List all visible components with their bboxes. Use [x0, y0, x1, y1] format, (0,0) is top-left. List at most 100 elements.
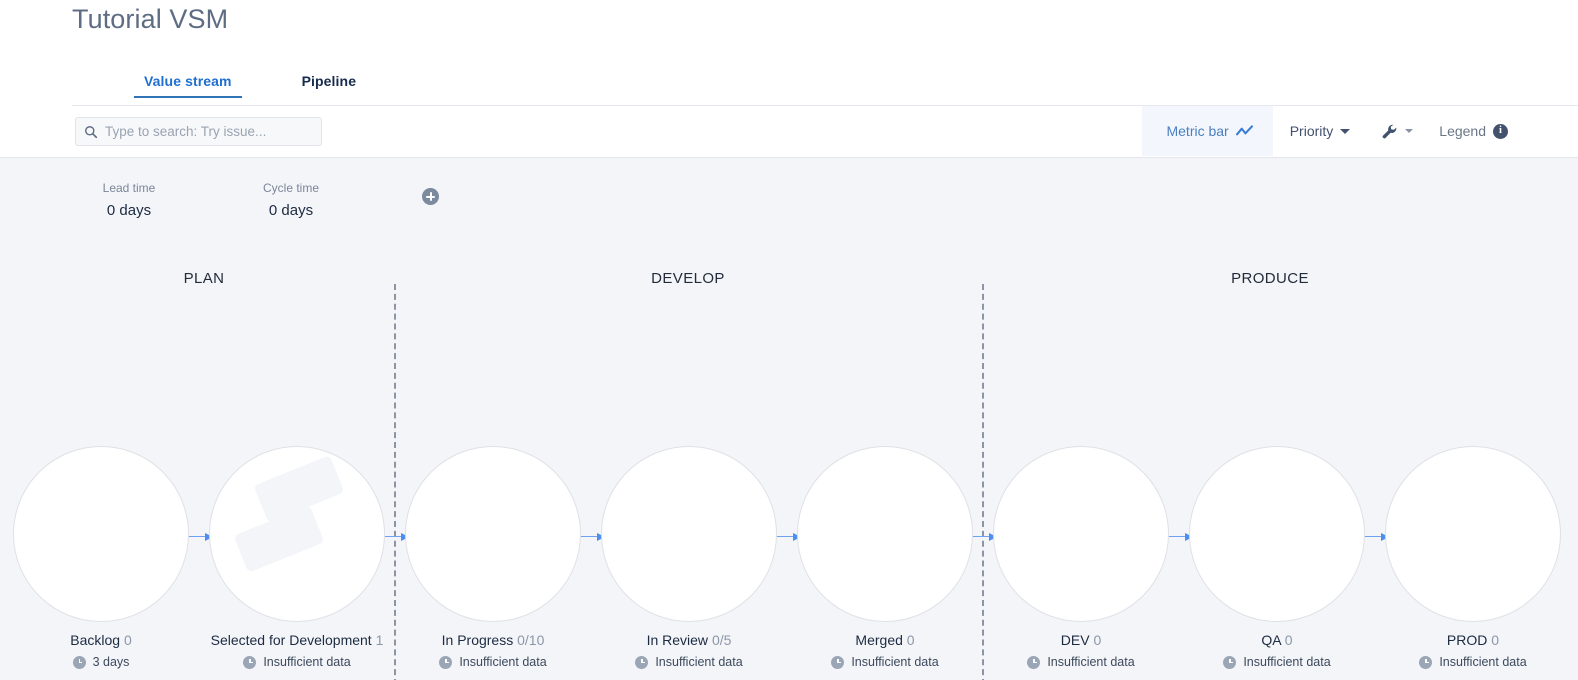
- stage-caption-prod: PROD 0: [1447, 631, 1499, 649]
- metric-cycle-time[interactable]: Cycle time 0 days: [210, 180, 372, 220]
- stage-merged[interactable]: Merged 0 Insufficient data: [797, 446, 973, 670]
- clock-icon: [439, 656, 453, 669]
- trend-line-icon: [1235, 124, 1253, 138]
- settings-dropdown[interactable]: [1367, 106, 1422, 156]
- stage-status-text: Insufficient data: [655, 655, 743, 669]
- stage-caption-in-review: In Review 0/5: [647, 631, 732, 649]
- metric-cycle-time-label: Cycle time: [262, 181, 319, 195]
- search-box[interactable]: [75, 117, 322, 146]
- tab-pipeline[interactable]: Pipeline: [292, 73, 366, 98]
- stage-caption-qa: QA 0: [1261, 631, 1292, 649]
- clock-icon: [72, 656, 86, 669]
- tab-pipeline-label: Pipeline: [301, 73, 357, 89]
- stage-status-in-progress: Insufficient data: [439, 655, 547, 670]
- clock-icon: [1419, 656, 1433, 669]
- value-stream-map-page: Tutorial VSM Value stream Pipeline Metri…: [0, 0, 1578, 680]
- stage-status-text: Insufficient data: [1243, 655, 1331, 669]
- stage-backlog[interactable]: Backlog 0 3 days: [13, 446, 189, 670]
- wrench-icon: [1381, 123, 1398, 140]
- toolbar-actions: Metric bar Priority Legend i: [1142, 106, 1578, 156]
- group-header-develop: DEVELOP: [651, 270, 725, 287]
- stage-name: Merged: [855, 632, 903, 648]
- stage-status-prod: Insufficient data: [1419, 655, 1527, 670]
- metric-bar-button[interactable]: Metric bar: [1142, 106, 1273, 156]
- clock-icon: [831, 656, 845, 669]
- stage-name: In Progress: [441, 632, 514, 648]
- stage-count: 0: [1284, 632, 1293, 648]
- stage-status-dev: Insufficient data: [1027, 655, 1135, 670]
- stage-dev[interactable]: DEV 0 Insufficient data: [993, 446, 1169, 670]
- stage-caption-in-progress: In Progress 0/10: [442, 631, 545, 649]
- metric-bar-label: Metric bar: [1166, 123, 1229, 139]
- stage-name: Backlog: [70, 632, 121, 648]
- tab-value-stream[interactable]: Value stream: [134, 73, 242, 98]
- metric-bar: Lead time 0 days Cycle time 0 days: [0, 180, 439, 220]
- page-title: Tutorial VSM: [72, 4, 229, 34]
- stage-caption-selected-for-development: Selected for Development 1: [211, 631, 384, 649]
- stage-caption-dev: DEV 0: [1061, 631, 1101, 649]
- stage-status-in-review: Insufficient data: [635, 655, 743, 670]
- clock-icon: [243, 656, 257, 669]
- stage-count: 0: [1093, 632, 1102, 648]
- tab-bar: Value stream Pipeline: [72, 73, 1578, 106]
- group-divider-2: [982, 284, 984, 680]
- stage-name: QA: [1261, 632, 1281, 648]
- stage-status-text: Insufficient data: [1439, 655, 1527, 669]
- info-icon: i: [1493, 123, 1508, 139]
- stage-status-selected-for-development: Insufficient data: [243, 655, 351, 670]
- stage-prod[interactable]: PROD 0 Insufficient data: [1385, 446, 1561, 670]
- stage-bubble-dev[interactable]: [993, 446, 1169, 622]
- stage-name: Selected for Development: [210, 632, 372, 648]
- group-header-plan: PLAN: [183, 270, 225, 287]
- search-icon: [84, 125, 98, 139]
- stage-bubble-qa[interactable]: [1189, 446, 1365, 622]
- stage-in-review[interactable]: In Review 0/5 Insufficient data: [601, 446, 777, 670]
- legend-label: Legend: [1439, 123, 1486, 139]
- clock-icon: [1223, 656, 1237, 669]
- stage-status-merged: Insufficient data: [831, 655, 939, 670]
- chevron-down-icon: [1340, 128, 1351, 134]
- stage-in-progress[interactable]: In Progress 0/10 Insufficient data: [405, 446, 581, 670]
- stage-qa[interactable]: QA 0 Insufficient data: [1189, 446, 1365, 670]
- metric-lead-time-value: 0 days: [106, 202, 152, 219]
- stage-selected-for-development[interactable]: Selected for Development 1 Insufficient d…: [209, 446, 385, 670]
- tab-value-stream-label: Value stream: [144, 73, 232, 89]
- stage-status-qa: Insufficient data: [1223, 655, 1331, 670]
- clock-icon: [1027, 656, 1041, 669]
- clock-icon: [635, 656, 649, 669]
- metric-lead-time[interactable]: Lead time 0 days: [48, 180, 210, 220]
- add-metric-icon[interactable]: [422, 188, 439, 205]
- metric-cycle-time-value: 0 days: [268, 202, 314, 219]
- stage-caption-backlog: Backlog 0: [70, 631, 132, 649]
- stage-caption-merged: Merged 0: [855, 631, 914, 649]
- stage-bubble-selected-for-development[interactable]: [209, 446, 385, 622]
- legend-button[interactable]: Legend i: [1422, 106, 1578, 156]
- metric-lead-time-label: Lead time: [102, 181, 156, 195]
- stage-bubble-merged[interactable]: [797, 446, 973, 622]
- stage-status-text: Insufficient data: [851, 655, 939, 669]
- stage-count: 0: [1491, 632, 1500, 648]
- stage-status-backlog: 3 days: [72, 655, 130, 670]
- priority-dropdown[interactable]: Priority: [1273, 106, 1368, 156]
- stage-count: 0/10: [517, 632, 545, 648]
- search-input[interactable]: [105, 124, 313, 139]
- stage-name: PROD: [1446, 632, 1488, 648]
- page-header: Tutorial VSM Value stream Pipeline: [0, 0, 1578, 106]
- stage-bubble-in-progress[interactable]: [405, 446, 581, 622]
- chevron-down-icon: [1405, 129, 1414, 133]
- stage-bubble-backlog[interactable]: [13, 446, 189, 622]
- priority-label: Priority: [1289, 123, 1334, 139]
- stage-bubble-in-review[interactable]: [601, 446, 777, 622]
- stage-count: 0: [906, 632, 915, 648]
- stage-status-text: Insufficient data: [459, 655, 547, 669]
- stage-name: In Review: [646, 632, 709, 648]
- stage-bubble-prod[interactable]: [1385, 446, 1561, 622]
- stage-status-text: Insufficient data: [263, 655, 351, 669]
- stage-count: 0/5: [711, 632, 732, 648]
- stage-status-text: Insufficient data: [1047, 655, 1135, 669]
- stage-status-text: 3 days: [92, 655, 130, 669]
- stage-count: 0: [123, 632, 132, 648]
- group-header-produce: PRODUCE: [1231, 270, 1309, 287]
- value-stream-canvas: Lead time 0 days Cycle time 0 days PLAN D…: [0, 158, 1578, 680]
- toolbar: Metric bar Priority: [0, 106, 1578, 158]
